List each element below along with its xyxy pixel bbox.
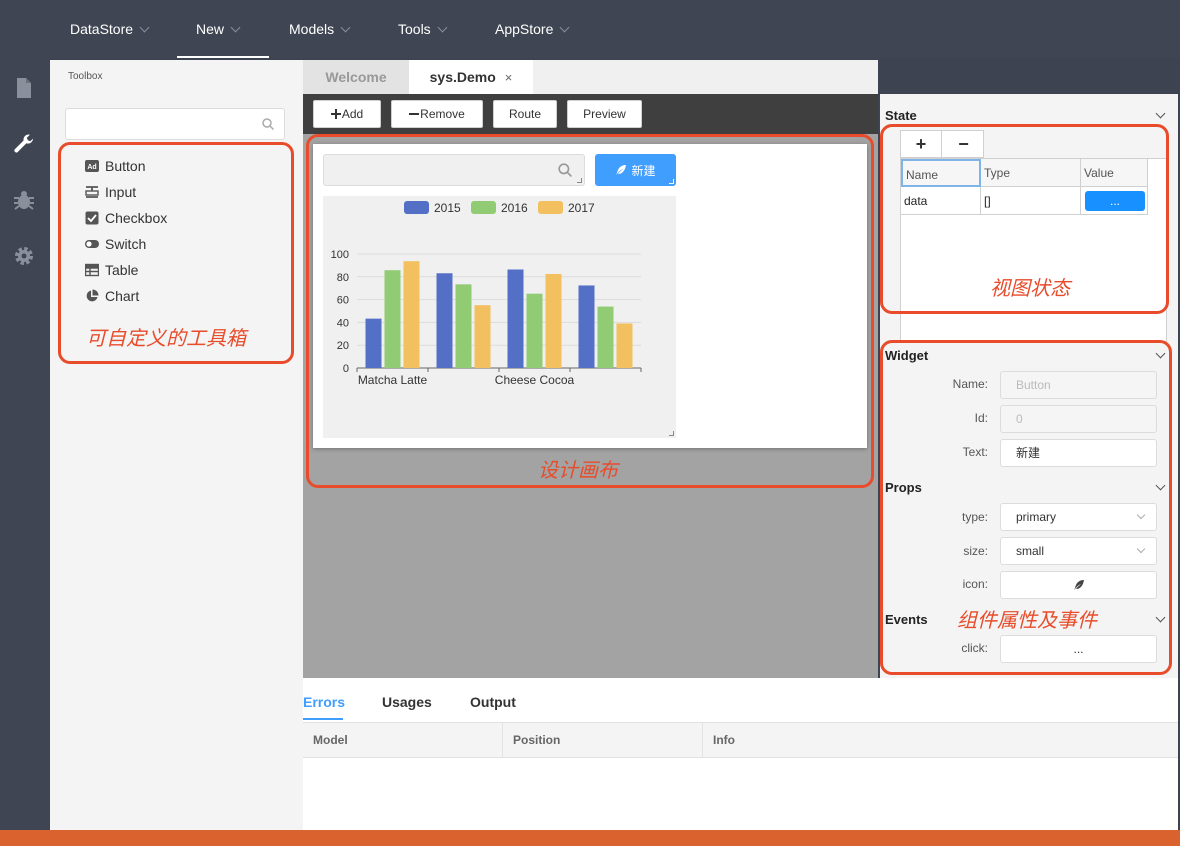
- bug-icon[interactable]: [12, 188, 36, 212]
- bottom-strip: [0, 830, 1180, 846]
- search-icon[interactable]: [262, 118, 274, 130]
- column-model[interactable]: Model: [303, 723, 503, 757]
- close-icon[interactable]: ×: [505, 70, 513, 85]
- file-icon[interactable]: [12, 76, 36, 100]
- design-toolbar: Add Remove Route Preview: [303, 94, 878, 134]
- preview-button[interactable]: Preview: [567, 100, 642, 128]
- toolbox-title: Toolbox: [68, 71, 103, 82]
- column-info[interactable]: Info: [703, 723, 903, 757]
- tab-active-indicator: [303, 718, 343, 720]
- top-nav: DataStore New Models Tools AppStore: [0, 0, 1180, 58]
- canvas-annotation-frame: [306, 134, 874, 488]
- gear-icon[interactable]: [12, 244, 36, 268]
- canvas-annotation: 设计画布: [538, 458, 618, 482]
- plus-icon: [330, 109, 341, 119]
- sidebar: [0, 58, 50, 830]
- nav-active-indicator: [177, 56, 269, 58]
- chevron-down-icon[interactable]: [1155, 108, 1166, 119]
- state-annotation: 视图状态: [990, 276, 1070, 300]
- tab-sys-demo[interactable]: sys.Demo ×: [409, 60, 533, 94]
- toolbox-search-input[interactable]: [72, 109, 252, 139]
- column-position[interactable]: Position: [503, 723, 703, 757]
- remove-button[interactable]: Remove: [391, 100, 483, 128]
- toolbox-search: [65, 108, 285, 140]
- toolbox-annotation: 可自定义的工具箱: [86, 326, 246, 350]
- state-section-title[interactable]: State: [885, 108, 917, 123]
- editor-tabs: Welcome sys.Demo ×: [303, 60, 878, 94]
- add-button[interactable]: Add: [313, 100, 381, 128]
- chevron-down-icon: [559, 22, 570, 33]
- tab-errors[interactable]: Errors: [303, 694, 345, 710]
- tab-usages[interactable]: Usages: [382, 694, 432, 710]
- tab-output[interactable]: Output: [470, 694, 516, 710]
- widget-annotation: 组件属性及事件: [957, 608, 1097, 632]
- errors-table-header: Model Position Info: [303, 722, 1178, 758]
- tab-welcome[interactable]: Welcome: [303, 60, 409, 94]
- route-button[interactable]: Route: [493, 100, 557, 128]
- bottom-panel: Errors Usages Output Model Position Info: [303, 678, 1178, 830]
- minus-icon: [409, 113, 420, 115]
- nav-item-appstore[interactable]: AppStore: [425, 0, 570, 58]
- wrench-icon[interactable]: [12, 133, 36, 157]
